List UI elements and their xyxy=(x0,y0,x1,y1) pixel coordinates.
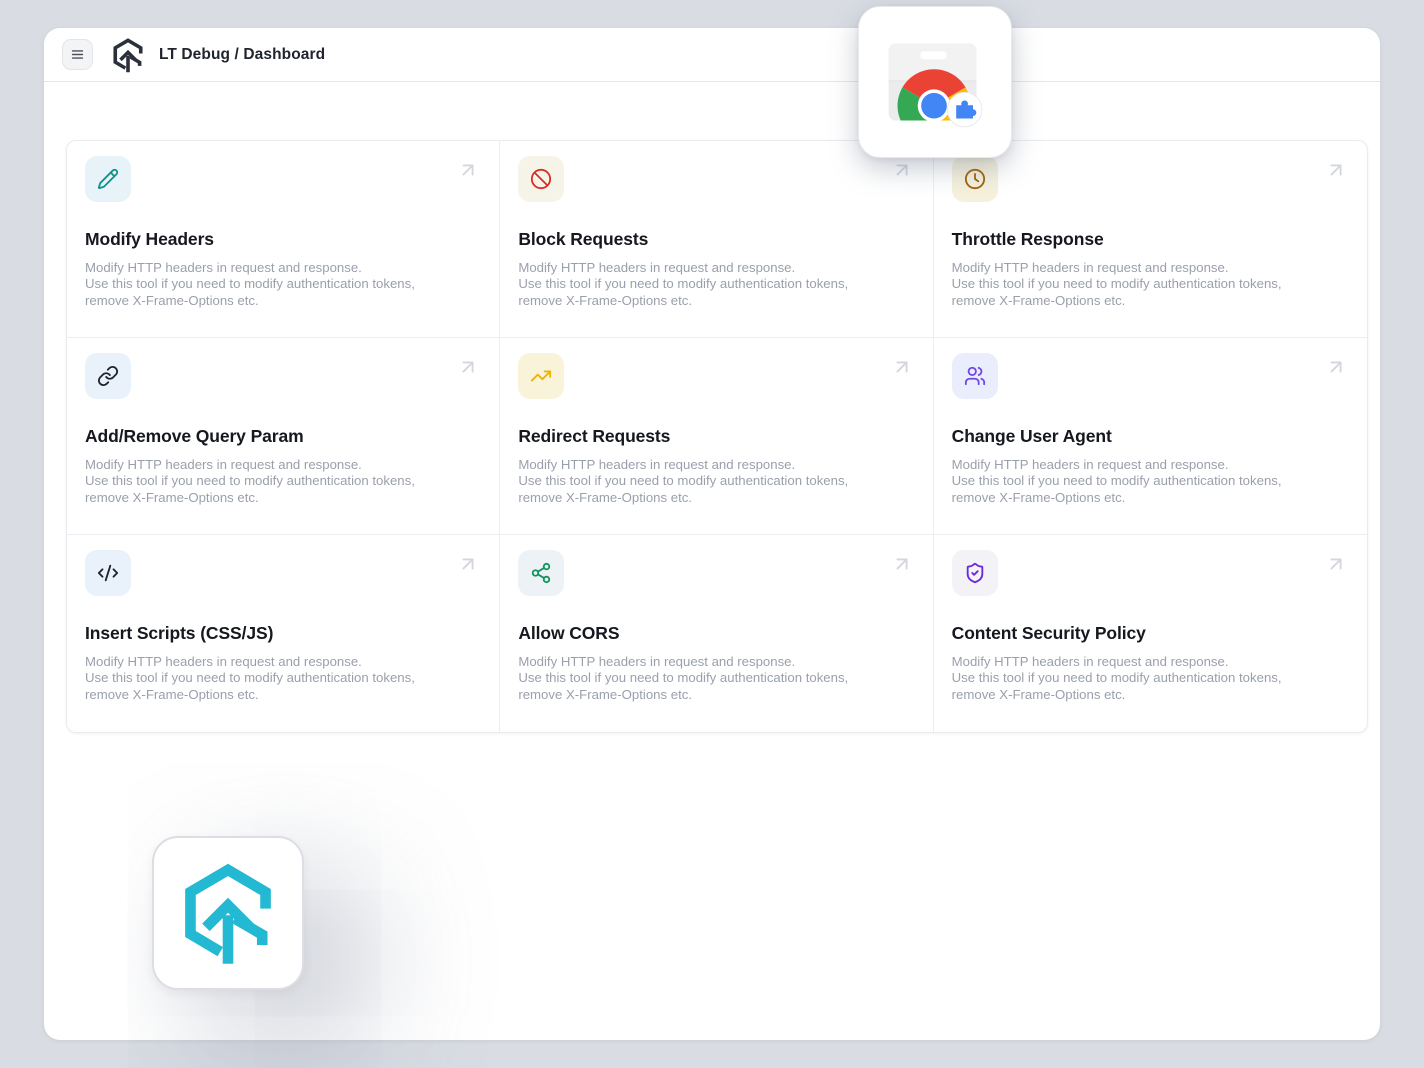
brand-logo-card[interactable] xyxy=(152,836,304,990)
shield-check-icon xyxy=(952,550,998,596)
card-title: Modify Headers xyxy=(85,229,481,250)
chrome-web-store-card[interactable] xyxy=(858,6,1012,158)
trending-up-icon xyxy=(518,353,564,399)
open-arrow-icon[interactable] xyxy=(891,553,913,575)
card-description: Modify HTTP headers in request and respo… xyxy=(518,654,914,703)
lt-debug-logo-icon xyxy=(110,37,146,73)
card-description: Modify HTTP headers in request and respo… xyxy=(85,260,481,309)
users-icon xyxy=(952,353,998,399)
chrome-web-store-icon xyxy=(859,7,1011,157)
card-description: Modify HTTP headers in request and respo… xyxy=(85,654,481,703)
card-title: Allow CORS xyxy=(518,623,914,644)
card-title: Change User Agent xyxy=(952,426,1349,447)
card-title: Block Requests xyxy=(518,229,914,250)
hamburger-menu-button[interactable] xyxy=(62,39,93,70)
open-arrow-icon[interactable] xyxy=(457,356,479,378)
card-title: Content Security Policy xyxy=(952,623,1349,644)
tool-card-content-security-policy[interactable]: Content Security Policy Modify HTTP head… xyxy=(934,535,1367,732)
card-description: Modify HTTP headers in request and respo… xyxy=(518,260,914,309)
card-description: Modify HTTP headers in request and respo… xyxy=(952,457,1349,506)
tool-card-change-user-agent[interactable]: Change User Agent Modify HTTP headers in… xyxy=(934,338,1367,535)
open-arrow-icon[interactable] xyxy=(891,159,913,181)
open-arrow-icon[interactable] xyxy=(457,553,479,575)
card-description: Modify HTTP headers in request and respo… xyxy=(952,654,1349,703)
main-window: LT Debug / Dashboard Modify Headers Modi… xyxy=(44,28,1380,1040)
tools-grid: Modify Headers Modify HTTP headers in re… xyxy=(66,140,1368,733)
ban-icon xyxy=(518,156,564,202)
top-bar: LT Debug / Dashboard xyxy=(44,28,1380,82)
open-arrow-icon[interactable] xyxy=(1325,356,1347,378)
clock-icon xyxy=(952,156,998,202)
open-arrow-icon[interactable] xyxy=(1325,553,1347,575)
tool-card-block-requests[interactable]: Block Requests Modify HTTP headers in re… xyxy=(500,141,933,338)
page: { "header": { "title": "LT Debug / Dashb… xyxy=(0,0,1424,1068)
tool-card-insert-scripts[interactable]: Insert Scripts (CSS/JS) Modify HTTP head… xyxy=(67,535,500,732)
card-title: Redirect Requests xyxy=(518,426,914,447)
card-description: Modify HTTP headers in request and respo… xyxy=(518,457,914,506)
pencil-icon xyxy=(85,156,131,202)
open-arrow-icon[interactable] xyxy=(457,159,479,181)
card-description: Modify HTTP headers in request and respo… xyxy=(85,457,481,506)
open-arrow-icon[interactable] xyxy=(1325,159,1347,181)
link-icon xyxy=(85,353,131,399)
page-title: LT Debug / Dashboard xyxy=(159,46,325,64)
open-arrow-icon[interactable] xyxy=(891,356,913,378)
card-description: Modify HTTP headers in request and respo… xyxy=(952,260,1349,309)
tool-card-throttle-response[interactable]: Throttle Response Modify HTTP headers in… xyxy=(934,141,1367,338)
tool-card-query-param[interactable]: Add/Remove Query Param Modify HTTP heade… xyxy=(67,338,500,535)
lt-debug-logo-cyan-icon xyxy=(175,860,281,966)
tool-card-allow-cors[interactable]: Allow CORS Modify HTTP headers in reques… xyxy=(500,535,933,732)
code-icon xyxy=(85,550,131,596)
tool-card-redirect-requests[interactable]: Redirect Requests Modify HTTP headers in… xyxy=(500,338,933,535)
card-title: Throttle Response xyxy=(952,229,1349,250)
share-icon xyxy=(518,550,564,596)
card-title: Add/Remove Query Param xyxy=(85,426,481,447)
hamburger-icon xyxy=(69,46,86,63)
tool-card-modify-headers[interactable]: Modify Headers Modify HTTP headers in re… xyxy=(67,141,500,338)
card-title: Insert Scripts (CSS/JS) xyxy=(85,623,481,644)
